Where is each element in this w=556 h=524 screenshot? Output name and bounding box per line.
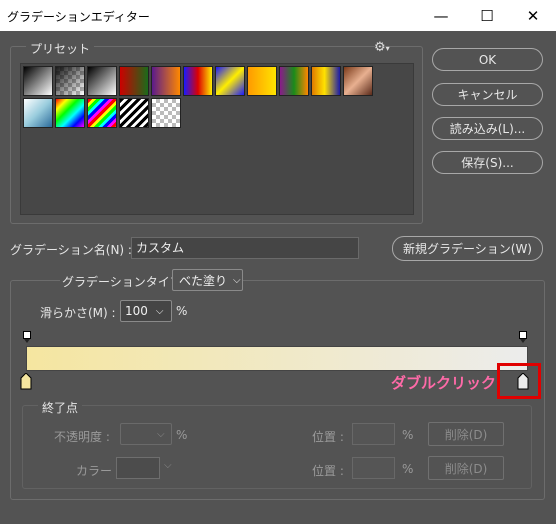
chevron-down-icon: ⌵ [164, 460, 172, 471]
preset-swatch[interactable] [87, 98, 117, 128]
save-button[interactable]: 保存(S)... [432, 151, 543, 174]
preset-swatch[interactable] [343, 66, 373, 96]
double-click-annotation: ダブルクリック [391, 374, 497, 392]
highlight-box [497, 363, 541, 399]
maximize-button[interactable]: ☐ [464, 0, 510, 31]
smoothness-unit: % [176, 304, 188, 318]
ok-button-label: OK [478, 52, 497, 67]
chevron-down-icon: ⌵ [157, 428, 165, 440]
delete-button-2[interactable]: 削除(D) [428, 456, 504, 480]
color-label: カラー : [76, 464, 120, 478]
gradient-preview-bar[interactable] [26, 346, 528, 371]
save-button-label: 保存(S)... [461, 156, 514, 170]
load-button[interactable]: 読み込み(L)... [432, 117, 543, 140]
title-bar: グラデーションエディター — ☐ ✕ [0, 0, 556, 31]
preset-swatch[interactable] [215, 66, 245, 96]
preset-swatch[interactable] [55, 66, 85, 96]
smoothness-value: 100 [125, 304, 148, 318]
preset-swatch[interactable] [119, 66, 149, 96]
window-title: グラデーションエディター [7, 10, 150, 24]
gradient-type-value: べた塗り [179, 273, 228, 288]
load-button-label: 読み込み(L)... [449, 122, 526, 136]
maximize-icon: ☐ [480, 6, 494, 25]
new-gradient-button[interactable]: 新規グラデーション(W) [392, 236, 543, 261]
opacity-stop-left-pointer [24, 339, 30, 343]
smoothness-label: 滑らかさ(M) : [40, 306, 116, 320]
cancel-button[interactable]: キャンセル [432, 83, 543, 106]
stops-legend: 終了点 [38, 399, 83, 416]
preset-swatch[interactable] [119, 98, 149, 128]
minimize-button[interactable]: — [418, 0, 464, 31]
chevron-down-icon: ⌵ [233, 274, 241, 286]
delete-button-1-label: 削除(D) [444, 427, 488, 442]
preset-swatch[interactable] [55, 98, 85, 128]
gradient-name-input[interactable]: カスタム [131, 237, 359, 259]
preset-swatch[interactable] [183, 66, 213, 96]
ok-button[interactable]: OK [432, 48, 543, 71]
preset-swatch[interactable] [311, 66, 341, 96]
location-unit-2: % [402, 462, 414, 476]
close-button[interactable]: ✕ [510, 0, 556, 31]
location-input-1[interactable] [352, 423, 395, 445]
preset-swatch[interactable] [279, 66, 309, 96]
gradient-type-select[interactable]: べた塗り ⌵ [172, 269, 243, 291]
gear-icon[interactable]: ⚙▾ [374, 40, 390, 55]
preset-swatch[interactable] [23, 66, 53, 96]
opacity-stop-right-pointer [520, 339, 526, 343]
location-input-2[interactable] [352, 457, 395, 479]
location-label-1: 位置 : [312, 430, 344, 444]
chevron-down-icon: ⌵ [155, 305, 164, 317]
color-swatch[interactable] [116, 457, 160, 479]
preset-swatch[interactable] [151, 98, 181, 128]
color-stop-left[interactable] [20, 373, 32, 390]
smoothness-select[interactable]: 100 ⌵ [120, 300, 172, 322]
minimize-icon: — [433, 6, 449, 25]
gradient-name-label: グラデーション名(N) : [10, 243, 132, 257]
location-label-2: 位置 : [312, 464, 344, 478]
location-unit-1: % [402, 428, 414, 442]
opacity-select[interactable]: ⌵ [120, 423, 172, 445]
presets-legend: プリセット [26, 40, 95, 57]
opacity-unit: % [176, 428, 188, 442]
preset-swatch[interactable] [87, 66, 117, 96]
opacity-stop-left[interactable] [23, 331, 31, 339]
opacity-stop-right[interactable] [519, 331, 527, 339]
new-gradient-button-label: 新規グラデーション(W) [403, 242, 532, 256]
close-icon: ✕ [526, 6, 540, 25]
cancel-button-label: キャンセル [457, 88, 518, 102]
preset-swatch-panel[interactable] [20, 63, 414, 215]
delete-button-2-label: 削除(D) [444, 461, 488, 476]
delete-button-1[interactable]: 削除(D) [428, 422, 504, 446]
opacity-label: 不透明度 : [54, 430, 110, 444]
preset-swatch[interactable] [151, 66, 181, 96]
preset-swatch[interactable] [23, 98, 53, 128]
preset-swatch[interactable] [247, 66, 277, 96]
